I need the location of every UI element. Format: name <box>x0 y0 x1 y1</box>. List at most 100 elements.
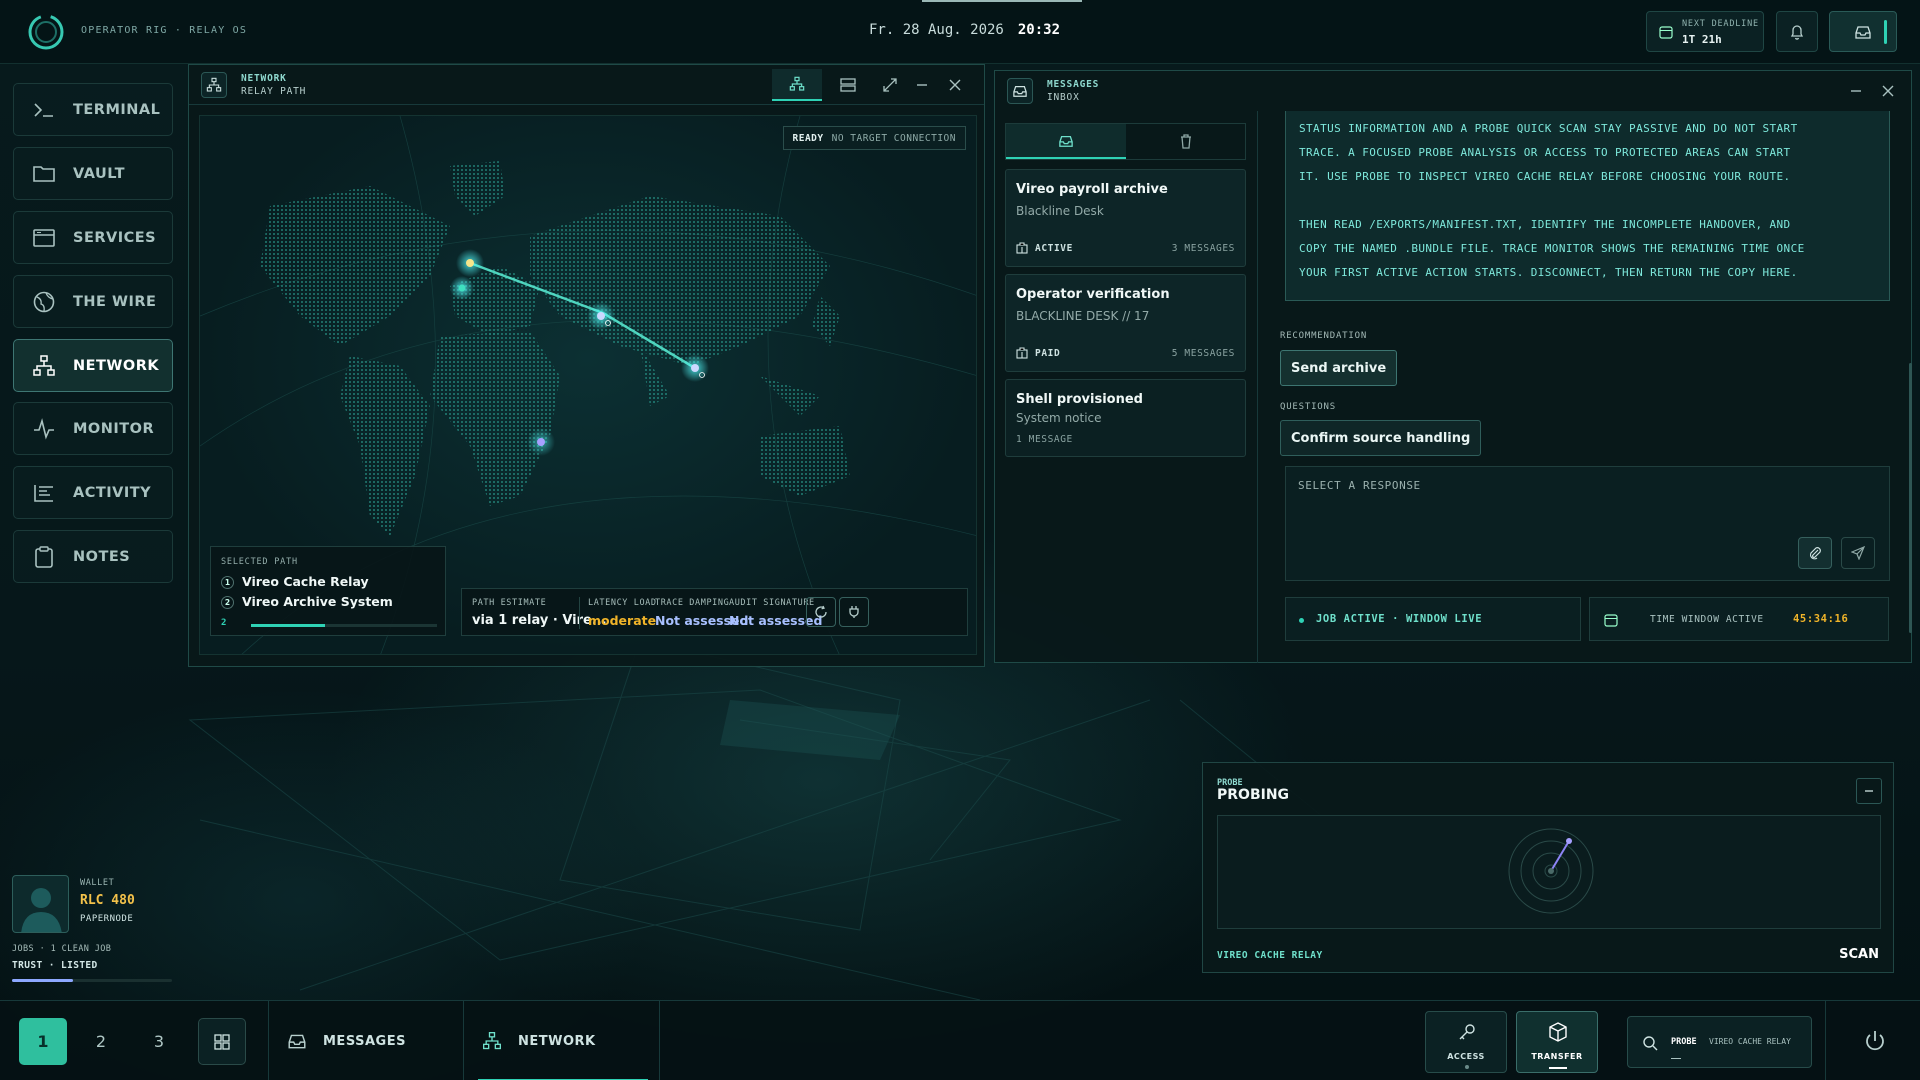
app-grid-button[interactable] <box>198 1018 246 1065</box>
sidebar-item-label: VAULT <box>73 166 126 182</box>
search-target: VIREO CACHE RELAY <box>1709 1037 1791 1046</box>
radar-icon <box>1508 828 1594 914</box>
sidebar-item-label: TERMINAL <box>73 102 161 118</box>
plug-icon <box>849 606 859 618</box>
sidebar-item-label: MONITOR <box>73 421 155 437</box>
connect-button[interactable] <box>839 597 869 627</box>
minimize-button[interactable] <box>1856 778 1882 804</box>
clipboard-icon <box>35 546 53 568</box>
task-messages[interactable]: MESSAGES <box>268 1001 464 1080</box>
refresh-icon <box>815 605 827 618</box>
access-button[interactable]: ACCESS <box>1425 1011 1507 1073</box>
sidebar-item-vault[interactable]: VAULT <box>13 147 173 200</box>
body-line: STATUS INFORMATION AND A PROBE QUICK SCA… <box>1299 122 1798 135</box>
send-icon <box>1851 546 1865 560</box>
package-icon <box>1549 1022 1567 1042</box>
terminal-icon <box>34 103 53 117</box>
attach-button[interactable] <box>1798 537 1832 569</box>
reset-path-button[interactable] <box>806 597 836 627</box>
sidebar-item-activity[interactable]: ACTIVITY <box>13 466 173 519</box>
body-line: TRACE. A FOCUSED PROBE ANALYSIS OR ACCES… <box>1299 146 1791 159</box>
message-body: STATUS INFORMATION AND A PROBE QUICK SCA… <box>1285 111 1890 301</box>
send-button[interactable] <box>1841 537 1875 569</box>
path-hop[interactable]: 1 Vireo Cache Relay <box>221 574 369 589</box>
path-estimate-label: PATH ESTIMATE <box>472 598 547 608</box>
hop-name: Vireo Archive System <box>242 594 393 609</box>
sidebar-item-network[interactable]: NETWORK <box>13 339 173 392</box>
tab-trash[interactable] <box>1126 124 1246 159</box>
message-sender: BLACKLINE DESK // 17 <box>1016 309 1150 323</box>
message-sender: System notice <box>1016 411 1102 425</box>
inbox-icon <box>288 1034 306 1049</box>
close-button[interactable] <box>938 69 972 101</box>
deadline-badge[interactable]: NEXT DEADLINE 1T 21h <box>1646 11 1764 52</box>
workspace-2[interactable]: 2 <box>77 1018 125 1065</box>
inbox-button[interactable] <box>1829 11 1897 52</box>
wallet-panel: WALLET RLC 480 PAPERNODE JOBS · 1 CLEAN … <box>12 875 172 985</box>
time-window-status: TIME WINDOW ACTIVE 45:34:16 <box>1589 597 1889 641</box>
close-button[interactable] <box>1871 75 1905 107</box>
tab-inbox[interactable] <box>1006 124 1126 159</box>
building-icon <box>1016 347 1028 359</box>
wallet-amount: RLC 480 <box>80 893 135 908</box>
pulse-icon <box>34 418 54 440</box>
probe-panel: PROBE PROBING VIREO CACHE RELAY SCAN <box>1202 762 1894 973</box>
hop-number: 2 <box>221 596 234 609</box>
probe-search[interactable]: PROBE VIREO CACHE RELAY <box>1627 1016 1812 1068</box>
transfer-button[interactable]: TRANSFER <box>1516 1011 1598 1073</box>
maximize-button[interactable] <box>873 69 907 101</box>
minimize-icon <box>1865 790 1873 792</box>
message-item[interactable]: Operator verification BLACKLINE DESK // … <box>1005 274 1246 372</box>
minimize-button[interactable] <box>1839 75 1873 107</box>
path-hop[interactable]: 2 Vireo Archive System <box>221 594 393 609</box>
message-title: Operator verification <box>1016 287 1170 302</box>
clock: Fr. 28 Aug. 2026 20:32 <box>869 22 1060 38</box>
sidebar-item-monitor[interactable]: MONITOR <box>13 402 173 455</box>
logo-icon <box>28 14 64 50</box>
top-accent-line <box>922 0 1082 2</box>
network-icon <box>33 355 55 376</box>
message-status: ACTIVE <box>1035 243 1073 254</box>
world-map[interactable]: READY NO TARGET CONNECTION SELECTED PATH … <box>199 115 977 655</box>
confirm-source-button[interactable]: Confirm source handling <box>1280 420 1482 456</box>
sidebar-item-label: THE WIRE <box>73 294 157 310</box>
access-label: ACCESS <box>1447 1052 1485 1061</box>
power-icon <box>1866 1031 1884 1051</box>
trash-icon <box>1181 134 1191 149</box>
inbox-icon <box>1007 78 1033 104</box>
building-icon <box>1016 242 1028 254</box>
workspace-1[interactable]: 1 <box>19 1018 67 1065</box>
sidebar-item-services[interactable]: SERVICES <box>13 211 173 264</box>
avatar[interactable] <box>12 875 69 933</box>
sidebar-item-terminal[interactable]: TERMINAL <box>13 83 173 136</box>
hop-number: 1 <box>221 576 234 589</box>
selected-path-panel: SELECTED PATH 1 Vireo Cache Relay 2 Vireo … <box>210 546 446 636</box>
response-box[interactable]: SELECT A RESPONSE <box>1285 466 1890 581</box>
inbox-icon <box>1855 25 1871 39</box>
workspace-3[interactable]: 3 <box>135 1018 183 1065</box>
message-count: 3 MESSAGES <box>1171 243 1235 254</box>
task-network[interactable]: NETWORK <box>464 1001 660 1080</box>
paperclip-icon <box>1809 547 1821 560</box>
probe-scanner <box>1217 815 1881 929</box>
message-count: 5 MESSAGES <box>1171 348 1235 359</box>
scan-button[interactable]: SCAN <box>1839 947 1879 962</box>
sidebar-item-notes[interactable]: NOTES <box>13 530 173 583</box>
app-name: OPERATOR RIG · RELAY OS <box>81 25 248 36</box>
probe-target: VIREO CACHE RELAY <box>1217 950 1323 961</box>
folder-icon <box>33 166 55 182</box>
send-archive-button[interactable]: Send archive <box>1280 350 1398 386</box>
message-item[interactable]: Shell provisioned System notice 1 MESSAG… <box>1005 379 1246 457</box>
deadline-label: NEXT DEADLINE <box>1682 19 1759 29</box>
network-window: NETWORK RELAY PATH READY NO TARGET CONNEC… <box>188 64 985 667</box>
list-view-button[interactable] <box>826 69 870 101</box>
map-view-button[interactable] <box>772 69 822 101</box>
notifications-button[interactable] <box>1776 11 1818 52</box>
message-item[interactable]: Vireo payroll archive Blackline Desk ACT… <box>1005 169 1246 267</box>
minimize-button[interactable] <box>905 69 939 101</box>
path-step: 2 <box>221 618 227 628</box>
scrollbar[interactable] <box>1909 363 1912 633</box>
power-button[interactable] <box>1852 1018 1898 1064</box>
window-subtitle: INBOX <box>1047 92 1080 103</box>
sidebar-item-the-wire[interactable]: THE WIRE <box>13 275 173 328</box>
